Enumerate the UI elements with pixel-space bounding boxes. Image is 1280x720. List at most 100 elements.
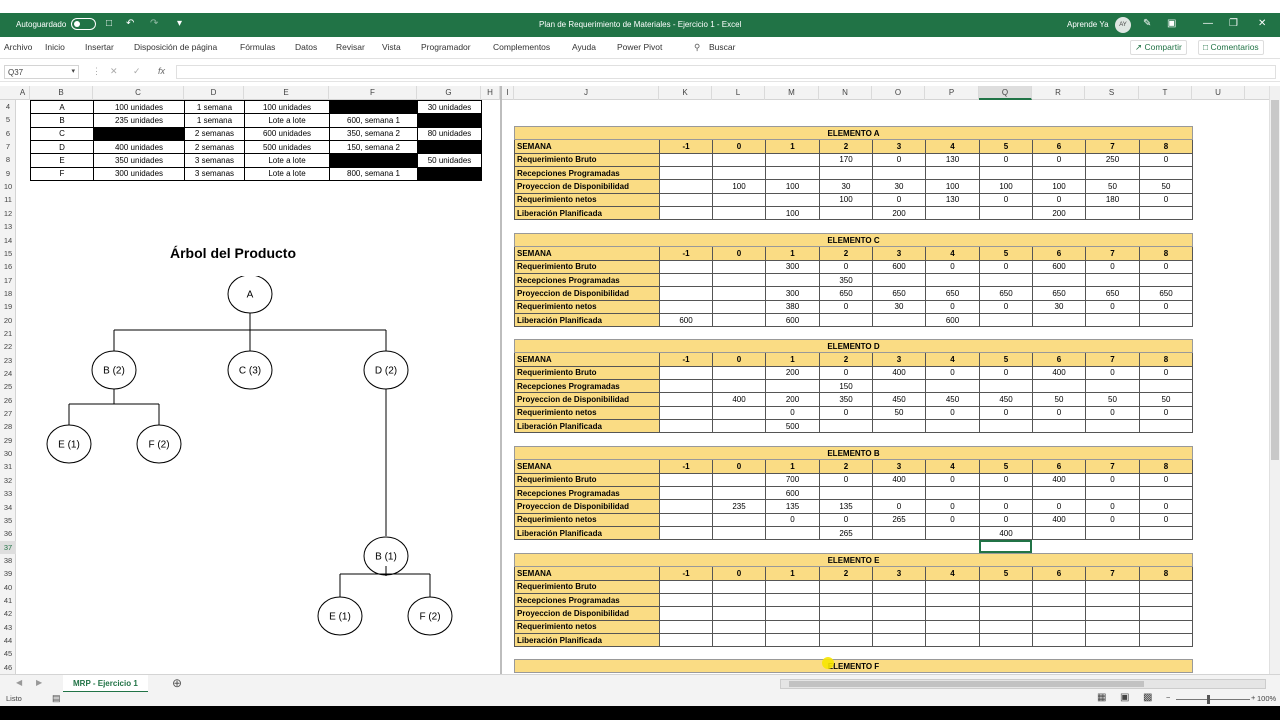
mrp-week-header[interactable]: 2: [819, 246, 873, 261]
column-header-n[interactable]: N: [819, 86, 872, 100]
mrp-element-title[interactable]: ELEMENTO B: [514, 445, 1193, 461]
mrp-cell[interactable]: [712, 166, 766, 181]
row-header[interactable]: 29: [0, 434, 16, 447]
mrp-week-header[interactable]: 1: [765, 352, 820, 367]
mrp-cell[interactable]: [1032, 486, 1086, 501]
mrp-cell[interactable]: 100: [819, 192, 873, 208]
mrp-week-header[interactable]: -1: [659, 459, 713, 474]
mrp-cell[interactable]: [1085, 166, 1140, 181]
row-header[interactable]: 27: [0, 407, 16, 420]
mrp-cell[interactable]: 250: [1085, 152, 1140, 168]
mrp-cell[interactable]: 0: [1139, 152, 1193, 168]
row-header[interactable]: 25: [0, 380, 16, 393]
mrp-cell[interactable]: [979, 593, 1033, 608]
mrp-cell[interactable]: 650: [1085, 286, 1140, 301]
row-header[interactable]: 7: [0, 140, 16, 153]
row-header[interactable]: 6: [0, 127, 16, 140]
mrp-cell[interactable]: [1139, 166, 1193, 181]
mrp-cell[interactable]: [872, 166, 926, 181]
mrp-cell[interactable]: 30: [872, 299, 926, 315]
column-header-h[interactable]: H: [481, 86, 500, 100]
mrp-cell[interactable]: [872, 313, 926, 328]
mrp-week-header[interactable]: 7: [1085, 246, 1140, 261]
mrp-cell[interactable]: 650: [819, 286, 873, 301]
column-header-a[interactable]: A: [16, 86, 30, 100]
mrp-cell[interactable]: 350: [819, 273, 873, 288]
mrp-row-label[interactable]: Recepciones Programadas: [514, 486, 660, 501]
mrp-cell[interactable]: [1139, 526, 1193, 541]
row-header[interactable]: 46: [0, 661, 16, 674]
mrp-cell[interactable]: [872, 619, 926, 635]
mrp-cell[interactable]: 135: [819, 499, 873, 514]
mrp-row-label[interactable]: Requerimiento Bruto: [514, 152, 660, 168]
mrp-cell[interactable]: [659, 499, 713, 514]
mrp-cell[interactable]: [1032, 419, 1086, 434]
column-header-r[interactable]: R: [1032, 86, 1085, 100]
mrp-cell[interactable]: 30: [1032, 299, 1086, 315]
mrp-cell[interactable]: 0: [1032, 192, 1086, 208]
zoom-level[interactable]: 100%: [1257, 694, 1276, 703]
mrp-cell[interactable]: 200: [1032, 206, 1086, 221]
mrp-week-header[interactable]: 0: [712, 352, 766, 367]
mrp-cell[interactable]: [712, 619, 766, 635]
mrp-cell[interactable]: [659, 365, 713, 381]
mrp-cell[interactable]: 50: [1032, 392, 1086, 407]
mrp-cell[interactable]: [1032, 273, 1086, 288]
mrp-cell[interactable]: [712, 259, 766, 275]
mrp-cell[interactable]: 0: [1139, 192, 1193, 208]
table-cell[interactable]: 600 unidades: [244, 126, 330, 142]
table-cell[interactable]: 350, semana 2: [329, 126, 418, 142]
cancel-icon[interactable]: ✕: [110, 66, 118, 77]
row-header[interactable]: 13: [0, 220, 16, 233]
mrp-cell[interactable]: [1139, 419, 1193, 434]
row-header[interactable]: 32: [0, 474, 16, 487]
mrp-cell[interactable]: [1085, 206, 1140, 221]
mrp-cell[interactable]: 400: [1032, 472, 1086, 488]
mrp-week-header[interactable]: 1: [765, 246, 820, 261]
mrp-cell[interactable]: 0: [979, 152, 1033, 168]
mrp-cell[interactable]: 0: [1139, 259, 1193, 275]
mrp-cell[interactable]: 400: [1032, 365, 1086, 381]
mrp-cell[interactable]: 30: [872, 179, 926, 194]
mrp-cell[interactable]: 0: [979, 499, 1033, 514]
mrp-cell[interactable]: [872, 606, 926, 621]
mrp-cell[interactable]: 650: [925, 286, 980, 301]
mrp-cell[interactable]: [765, 192, 820, 208]
mrp-cell[interactable]: [819, 593, 873, 608]
mrp-cell[interactable]: [712, 405, 766, 421]
vertical-scroll-thumb[interactable]: [1271, 100, 1279, 460]
mrp-cell[interactable]: [979, 579, 1033, 595]
mrp-cell[interactable]: [1085, 486, 1140, 501]
mrp-cell[interactable]: 50: [1139, 392, 1193, 407]
mrp-cell[interactable]: 170: [819, 152, 873, 168]
row-header[interactable]: 38: [0, 554, 16, 567]
row-header[interactable]: 10: [0, 180, 16, 193]
mrp-week-header[interactable]: 4: [925, 459, 980, 474]
mrp-cell[interactable]: 0: [979, 405, 1033, 421]
page-layout-icon[interactable]: ▣: [1120, 692, 1129, 703]
mrp-cell[interactable]: [979, 419, 1033, 434]
mrp-cell[interactable]: 450: [872, 392, 926, 407]
mrp-cell[interactable]: [979, 633, 1033, 648]
mrp-week-header[interactable]: 2: [819, 566, 873, 581]
mrp-cell[interactable]: [819, 419, 873, 434]
mrp-cell[interactable]: [659, 512, 713, 528]
mrp-cell[interactable]: [659, 379, 713, 394]
mrp-cell[interactable]: [765, 166, 820, 181]
mrp-cell[interactable]: [1085, 419, 1140, 434]
zoom-out-icon[interactable]: −: [1166, 693, 1170, 702]
mrp-week-header[interactable]: 6: [1032, 246, 1086, 261]
mrp-cell[interactable]: 300: [765, 286, 820, 301]
mrp-cell[interactable]: 0: [1139, 405, 1193, 421]
mrp-cell[interactable]: [765, 273, 820, 288]
mrp-cell[interactable]: 100: [925, 179, 980, 194]
mrp-cell[interactable]: 0: [979, 512, 1033, 528]
mrp-cell[interactable]: [712, 273, 766, 288]
mrp-cell[interactable]: [712, 512, 766, 528]
column-header-j[interactable]: J: [514, 86, 659, 100]
mrp-cell[interactable]: 235: [712, 499, 766, 514]
mrp-cell[interactable]: [1139, 606, 1193, 621]
mrp-cell[interactable]: 0: [979, 259, 1033, 275]
mrp-cell[interactable]: 100: [765, 179, 820, 194]
menu-revisar[interactable]: Revisar: [336, 42, 365, 52]
